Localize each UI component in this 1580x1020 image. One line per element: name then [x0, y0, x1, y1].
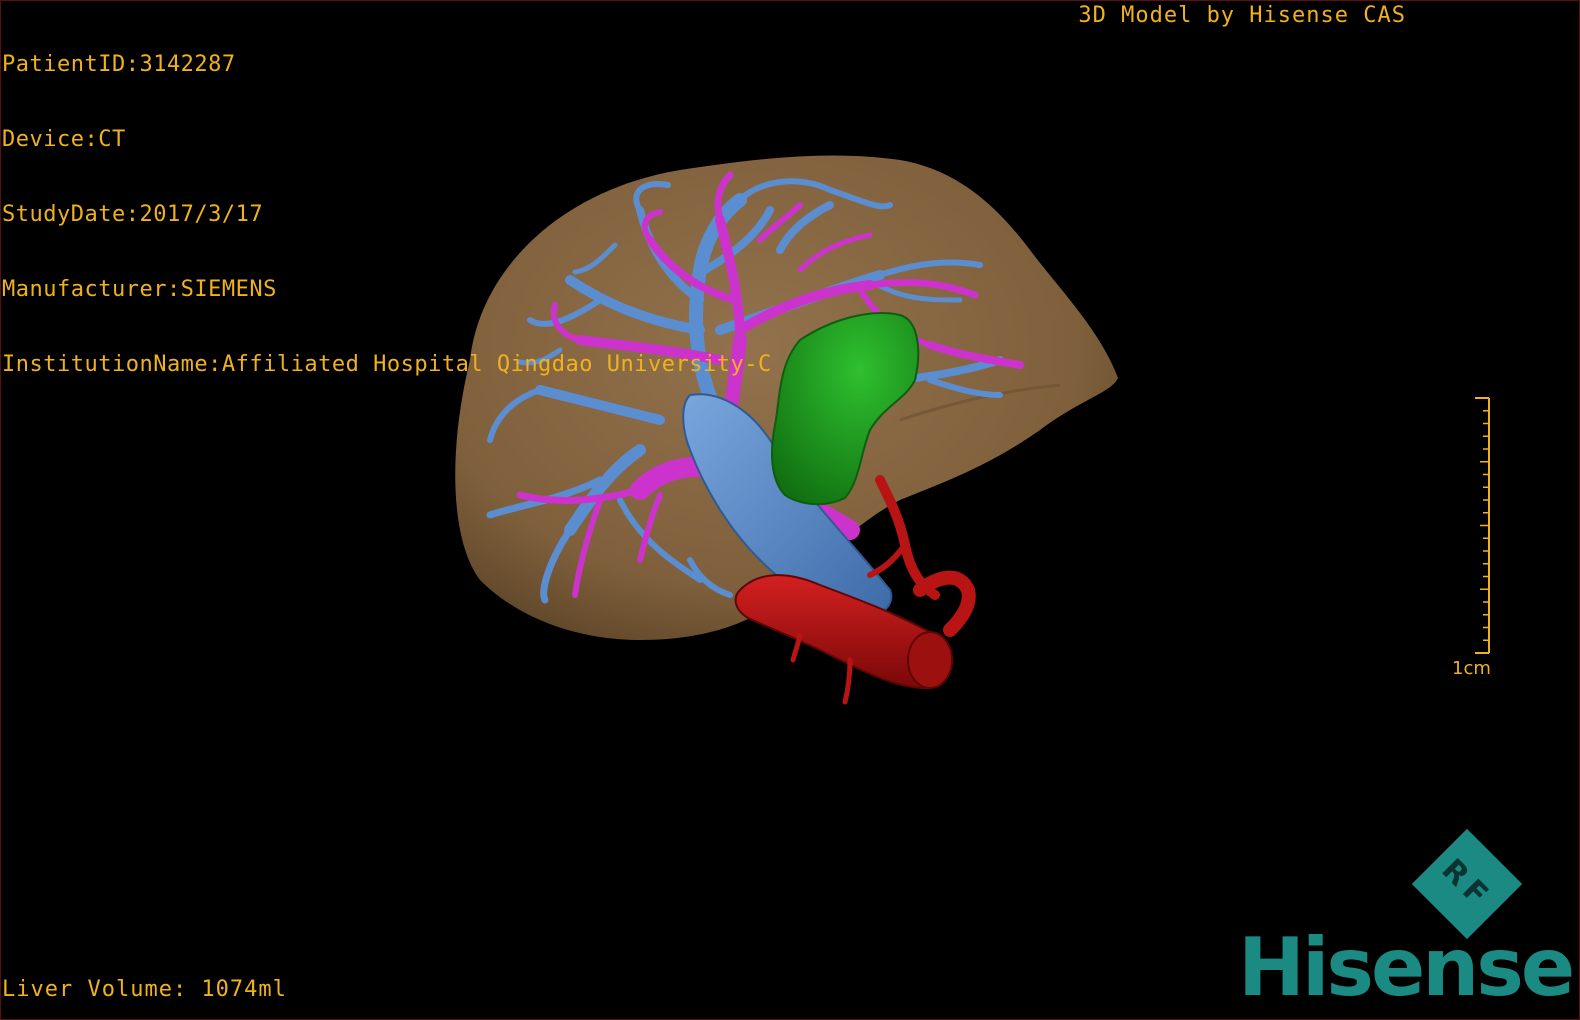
patient-id: PatientID:3142287: [2, 52, 236, 77]
liver-volume: Liver Volume: 1074ml: [2, 977, 287, 1002]
3d-viewport[interactable]: PatientID:3142287 Device:CT StudyDate:20…: [0, 0, 1580, 1020]
dicom-info-overlay: PatientID:3142287 Device:CT StudyDate:20…: [2, 2, 772, 427]
aorta-end: [907, 631, 953, 689]
scale-bar-label: 1cm: [1452, 658, 1491, 679]
hisense-logo: Hisense: [1238, 921, 1575, 1014]
manufacturer: Manufacturer:SIEMENS: [2, 277, 277, 302]
scale-bar: [1475, 397, 1490, 654]
institution-name: InstitutionName:Affiliated Hospital Qing…: [2, 352, 772, 377]
device: Device:CT: [2, 127, 126, 152]
model-credit: 3D Model by Hisense CAS: [1078, 3, 1406, 28]
study-date: StudyDate:2017/3/17: [2, 202, 264, 227]
